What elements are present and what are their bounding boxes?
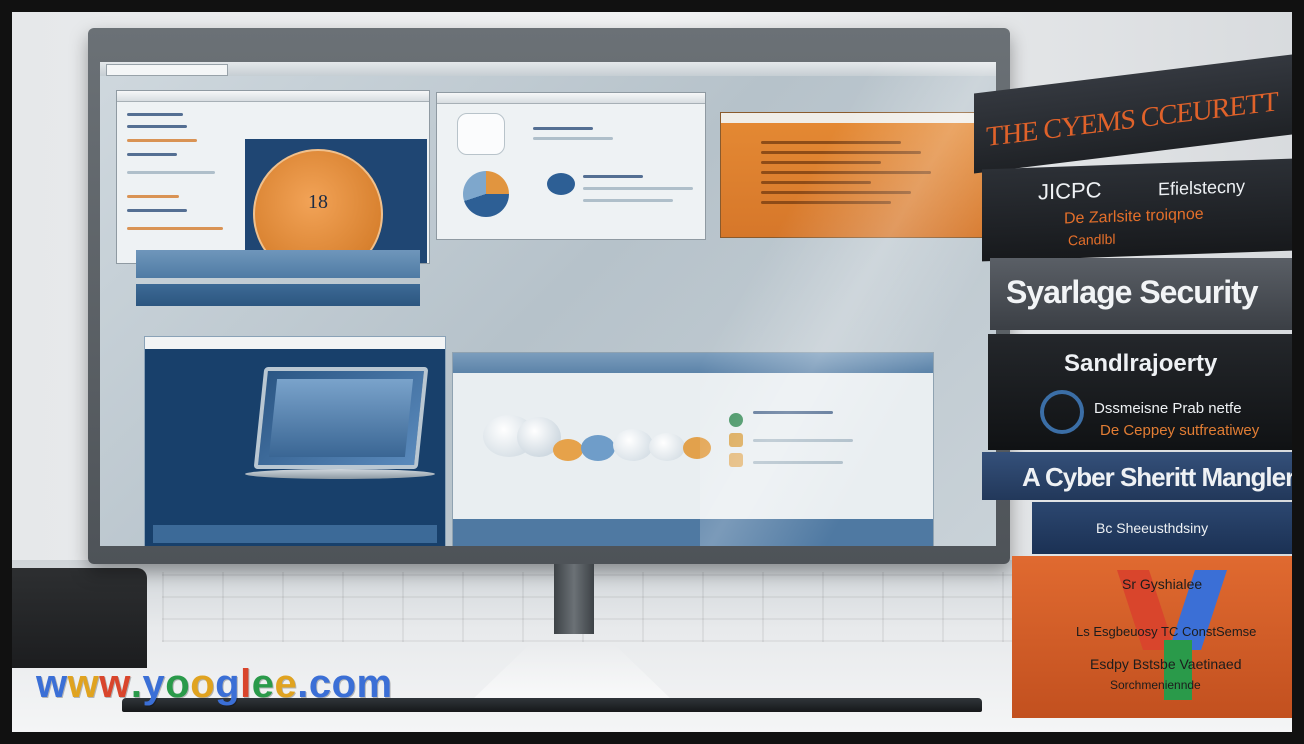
book-2-subtitle: Efielstecny xyxy=(1158,176,1246,200)
pane-titlebar xyxy=(117,91,429,102)
mid-caption xyxy=(444,272,694,302)
watermark-letter: . xyxy=(130,662,143,706)
hero-tile: 18 xyxy=(245,139,427,263)
book-5-title: A Cyber Sheritt Mangler xyxy=(1022,462,1292,492)
watermark-letter: w xyxy=(36,662,68,706)
book-2: JICPC Efielstecny De Zarlsite troiqnoe C… xyxy=(982,158,1292,262)
pane-titlebar xyxy=(145,337,445,349)
info-band-secondary xyxy=(136,284,420,306)
book-2-extra2: Candlbl xyxy=(1068,230,1116,249)
text-line xyxy=(583,175,643,178)
laptop-illustration xyxy=(253,367,429,469)
list-line xyxy=(127,125,187,128)
pie-chart xyxy=(463,171,509,217)
watermark-url: www.yooglee.com xyxy=(36,662,393,707)
book-4-subtitle: Dssmeisne Prab netfe xyxy=(1094,400,1242,417)
book-7-extra: Esdpy Bstsbe Vaetinaed xyxy=(1090,656,1242,672)
hero-number: 18 xyxy=(308,191,328,213)
desk-reflection xyxy=(162,572,1042,642)
watermark-letter: y xyxy=(142,662,166,706)
book-4-title: Sandlrajoerty xyxy=(1064,350,1218,377)
text-line xyxy=(533,127,593,130)
watermark-letter: w xyxy=(67,662,100,706)
book-4: Sandlrajoerty Dssmeisne Prab netfe De Ce… xyxy=(988,334,1292,450)
watermark-letter: e xyxy=(251,662,275,706)
office-chair xyxy=(12,568,147,668)
demo-footer-bar xyxy=(153,525,437,543)
diagram-node xyxy=(581,435,615,461)
watermark-letter: o xyxy=(190,662,216,706)
list-line xyxy=(127,171,215,174)
chart-pane xyxy=(436,92,706,240)
book-5: A Cyber Sheritt Mangler xyxy=(982,452,1292,500)
book-7-extra2: Sorchmeniennde xyxy=(1110,678,1201,692)
laptop-base xyxy=(245,469,435,479)
info-band xyxy=(136,250,420,278)
book-7: Sr Gyshialee Ls Esgbeuosy TC ConstSemse … xyxy=(1012,556,1292,718)
list-line xyxy=(127,139,197,142)
photo-scene: 18 THE CYEMS CCEURETT JICPC Efielstecny … xyxy=(12,12,1292,732)
book-2-extra: De Zarlsite troiqnoe xyxy=(1064,205,1204,228)
book-6-title: Bc Sheeusthdsiny xyxy=(1096,520,1209,536)
watermark-letter: g xyxy=(215,662,241,706)
list-line xyxy=(127,113,183,116)
list-line xyxy=(127,195,179,198)
monitor-screen: 18 xyxy=(100,62,996,546)
diagram-node xyxy=(553,439,583,461)
list-line xyxy=(127,227,223,230)
hero-circle: 18 xyxy=(253,149,383,263)
blue-blob xyxy=(547,173,575,195)
diagram-node xyxy=(613,429,653,461)
demo-pane xyxy=(144,336,446,546)
card-image xyxy=(457,113,505,155)
screen-glare xyxy=(700,62,996,546)
watermark-letter: w xyxy=(99,662,131,706)
left-list-pane: 18 xyxy=(116,90,430,264)
diagram-node xyxy=(649,433,685,461)
book-2-title: JICPC xyxy=(1038,177,1102,205)
book-3: Syarlage Security xyxy=(990,258,1292,330)
list-line xyxy=(127,153,177,156)
watermark-letter: l xyxy=(240,662,252,706)
book-3-title: Syarlage Security xyxy=(1006,274,1259,310)
watermark-letter: m xyxy=(356,662,393,706)
book-4-extra: De Ceppey sutfreatiwey xyxy=(1100,422,1260,439)
pane-titlebar xyxy=(437,93,705,104)
laptop-screen xyxy=(268,379,414,457)
text-line xyxy=(533,137,613,140)
watermark-letter: o xyxy=(165,662,191,706)
watermark-letter: e xyxy=(274,662,298,706)
text-line xyxy=(583,199,673,202)
book-7-subtitle: Ls Esgbeuosy TC ConstSemse xyxy=(1076,624,1257,639)
watermark-letter: c xyxy=(308,662,332,706)
globe-icon xyxy=(1040,390,1084,434)
text-line xyxy=(583,187,693,190)
monitor-stand-neck xyxy=(554,564,594,634)
book-6: Bc Sheeusthdsiny xyxy=(1032,502,1292,554)
screen-tab xyxy=(106,64,228,76)
watermark-letter: o xyxy=(331,662,357,706)
list-line xyxy=(127,209,187,212)
book-7-title: Sr Gyshialee xyxy=(1122,576,1203,592)
watermark-letter: . xyxy=(297,662,309,706)
